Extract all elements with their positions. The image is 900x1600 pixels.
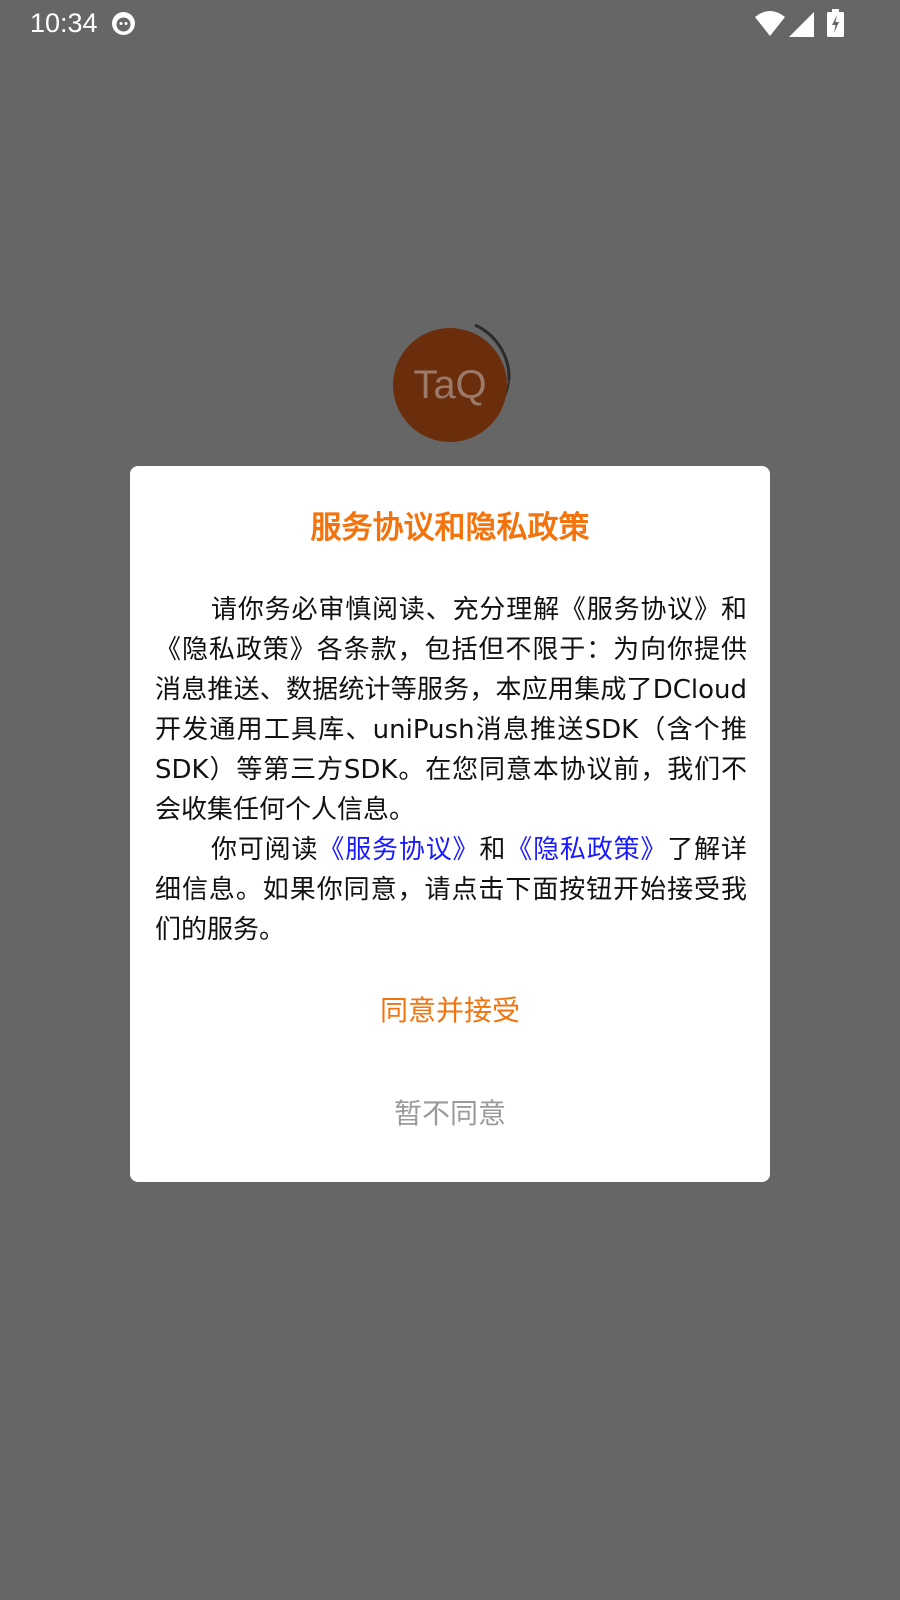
agree-button[interactable]: 同意并接受 xyxy=(130,991,770,1031)
paragraph-2-and: 和 xyxy=(479,835,507,865)
wifi-icon xyxy=(754,10,786,37)
signal-icon xyxy=(789,12,814,37)
battery-charging-icon xyxy=(827,9,844,37)
app-notification-icon xyxy=(111,11,136,36)
privacy-dialog: 服务协议和隐私政策 请你务必审慎阅读、充分理解《服务协议》和《隐私政策》各条款，… xyxy=(130,466,770,1182)
privacy-paragraph-2: 你可阅读《服务协议》和《隐私政策》了解详细信息。如果你同意，请点击下面按钮开始接… xyxy=(155,830,747,950)
paragraph-2-prefix: 你可阅读 xyxy=(211,835,319,865)
dialog-body: 请你务必审慎阅读、充分理解《服务协议》和《隐私政策》各条款，包括但不限于：为向你… xyxy=(155,590,747,950)
app-logo: TaQ xyxy=(393,322,519,448)
privacy-policy-link[interactable]: 《隐私政策》 xyxy=(506,835,667,865)
dialog-title: 服务协议和隐私政策 xyxy=(310,510,590,546)
logo-text: TaQ xyxy=(413,363,486,407)
status-time: 10:34 xyxy=(30,8,98,38)
status-bar: 10:34 xyxy=(0,0,900,48)
privacy-paragraph-1: 请你务必审慎阅读、充分理解《服务协议》和《隐私政策》各条款，包括但不限于：为向你… xyxy=(155,595,747,825)
decline-button[interactable]: 暂不同意 xyxy=(130,1094,770,1134)
service-agreement-link[interactable]: 《服务协议》 xyxy=(318,835,479,865)
